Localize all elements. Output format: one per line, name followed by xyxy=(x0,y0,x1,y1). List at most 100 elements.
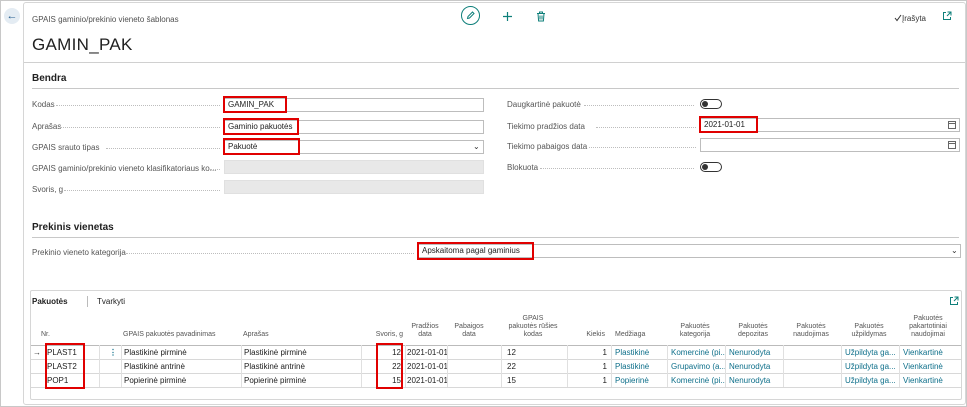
row-filling[interactable]: Užpildyta ga... xyxy=(845,360,897,373)
column-usage[interactable]: Pakuotės naudojimas xyxy=(783,323,839,339)
column-start-date-line-1: Pradžios xyxy=(411,323,439,330)
row-type-code[interactable]: 22 xyxy=(507,360,565,373)
weight-label: Svoris, g xyxy=(32,185,64,194)
column-reuse-line-3: naudojimai xyxy=(911,331,945,338)
column-deposit-line-2: depozitas xyxy=(738,331,768,338)
col-rule xyxy=(611,345,612,387)
row-package-name[interactable]: Popierinė pirminė xyxy=(124,374,239,387)
column-end-date[interactable]: Pabaigos data xyxy=(449,323,489,339)
calendar-icon[interactable] xyxy=(948,121,956,129)
highlight-code xyxy=(223,96,287,113)
row-type-code[interactable]: 15 xyxy=(507,374,565,387)
column-material[interactable]: Medžiaga xyxy=(615,331,665,339)
highlight-supply-start xyxy=(699,116,758,133)
row-reuse[interactable]: Vienkartinė xyxy=(903,346,959,359)
delete-button[interactable] xyxy=(536,11,546,24)
supply-end-input[interactable] xyxy=(700,138,960,152)
row-type-code[interactable]: 12 xyxy=(507,346,565,359)
tab-manage[interactable]: Tvarkyti xyxy=(97,297,125,306)
section-trade-unit-underline xyxy=(32,237,959,238)
code-dots xyxy=(56,105,220,106)
section-trade-unit-title[interactable]: Prekinis vienetas xyxy=(32,222,114,233)
column-category-line-2: kategorija xyxy=(679,331,711,338)
row-package-name[interactable]: Plastikinė pirminė xyxy=(124,346,239,359)
highlight-nr-column xyxy=(45,343,85,389)
tab-divider xyxy=(87,296,88,307)
column-filling[interactable]: Pakuotės užpildymas xyxy=(841,323,897,339)
column-type-code-line-3: kodas xyxy=(523,331,543,338)
highlight-flow-type xyxy=(223,138,300,155)
row-material[interactable]: Popierinė xyxy=(615,374,665,387)
tab-packages[interactable]: Pakuotės xyxy=(32,297,68,306)
row-deposit[interactable]: Nenurodyta xyxy=(729,346,783,359)
row-filling[interactable]: Užpildyta ga... xyxy=(845,374,897,387)
flow-type-dots xyxy=(106,148,220,149)
classifier-dots xyxy=(210,169,220,170)
column-nr[interactable]: Nr. xyxy=(41,331,55,339)
chevron-down-icon: ⌄ xyxy=(473,142,480,151)
column-filling-line-1: Pakuotės xyxy=(854,323,884,330)
header-divider xyxy=(24,62,965,63)
saved-label: Įrašyta xyxy=(902,14,927,23)
calendar-icon[interactable] xyxy=(948,141,956,149)
row-category[interactable]: Grupavimo (a... xyxy=(671,360,725,373)
column-reuse-line-1: Pakuotės xyxy=(913,315,943,322)
row-rule xyxy=(31,387,961,388)
column-quantity[interactable]: Kiekis xyxy=(581,331,605,339)
category-label: Prekinio vieneto kategorija xyxy=(32,248,126,257)
row-menu-icon[interactable]: ⋮ xyxy=(109,346,117,359)
multiple-package-toggle[interactable] xyxy=(700,99,722,109)
row-filling[interactable]: Užpildyta ga... xyxy=(845,346,897,359)
popout-button[interactable] xyxy=(942,11,952,24)
row-start-date[interactable]: 2021-01-01 xyxy=(407,346,447,359)
highlight-description xyxy=(223,118,299,135)
page-title: GAMIN_PAK xyxy=(32,35,133,54)
current-row-arrow-icon: → xyxy=(33,348,41,357)
col-rule xyxy=(121,345,122,387)
row-category[interactable]: Komercinė (pi... xyxy=(671,346,725,359)
saved-status: Įrašyta xyxy=(894,14,926,23)
row-quantity[interactable]: 1 xyxy=(571,360,607,373)
highlight-category xyxy=(417,242,534,260)
row-quantity[interactable]: 1 xyxy=(571,374,607,387)
column-start-date[interactable]: Pradžios data xyxy=(405,323,445,339)
row-quantity[interactable]: 1 xyxy=(571,346,607,359)
highlight-weight-column xyxy=(376,343,403,389)
section-general-title[interactable]: Bendra xyxy=(32,73,66,84)
column-package-name[interactable]: GPAIS pakuotės pavadinimas xyxy=(123,331,243,339)
row-deposit[interactable]: Nenurodyta xyxy=(729,360,783,373)
column-type-code-line-2: pakuotės rūšies xyxy=(508,323,558,330)
row-package-name[interactable]: Plastikinė antrinė xyxy=(124,360,239,373)
row-category[interactable]: Komercinė (pi... xyxy=(671,374,725,387)
multiple-package-label: Daugkartinė pakuotė xyxy=(507,100,581,109)
new-button[interactable] xyxy=(502,11,513,24)
col-rule xyxy=(241,345,242,387)
row-material[interactable]: Plastikinė xyxy=(615,360,665,373)
row-start-date[interactable]: 2021-01-01 xyxy=(407,360,447,373)
row-reuse[interactable]: Vienkartinė xyxy=(903,374,959,387)
row-description[interactable]: Plastikinė antrinė xyxy=(244,360,359,373)
column-description[interactable]: Aprašas xyxy=(243,331,303,339)
col-rule xyxy=(567,345,568,387)
col-rule xyxy=(99,345,100,387)
row-reuse[interactable]: Vienkartinė xyxy=(903,360,959,373)
column-weight[interactable]: Svoris, g xyxy=(367,331,403,339)
row-start-date[interactable]: 2021-01-01 xyxy=(407,374,447,387)
blocked-toggle[interactable] xyxy=(700,162,722,172)
row-deposit[interactable]: Nenurodyta xyxy=(729,374,783,387)
blocked-dots xyxy=(540,168,694,169)
open-in-new-window-icon xyxy=(943,11,952,20)
column-package-category[interactable]: Pakuotės kategorija xyxy=(667,323,723,339)
column-reuse[interactable]: Pakuotės pakartotiniai naudojimai xyxy=(899,315,957,339)
edit-button[interactable] xyxy=(461,6,480,25)
code-label: Kodas xyxy=(32,100,55,109)
row-description[interactable]: Popierinė pirminė xyxy=(244,374,359,387)
column-package-type-code[interactable]: GPAIS pakuotės rūšies kodas xyxy=(501,315,565,339)
row-material[interactable]: Plastikinė xyxy=(615,346,665,359)
column-deposit[interactable]: Pakuotės depozitas xyxy=(725,323,781,339)
back-arrow-icon[interactable]: ← xyxy=(4,8,20,24)
col-rule xyxy=(899,345,900,387)
expand-button[interactable] xyxy=(949,296,959,308)
page-caption: GPAIS gaminio/prekinio vieneto šablonas xyxy=(32,15,179,24)
row-description[interactable]: Plastikinė pirminė xyxy=(244,346,359,359)
